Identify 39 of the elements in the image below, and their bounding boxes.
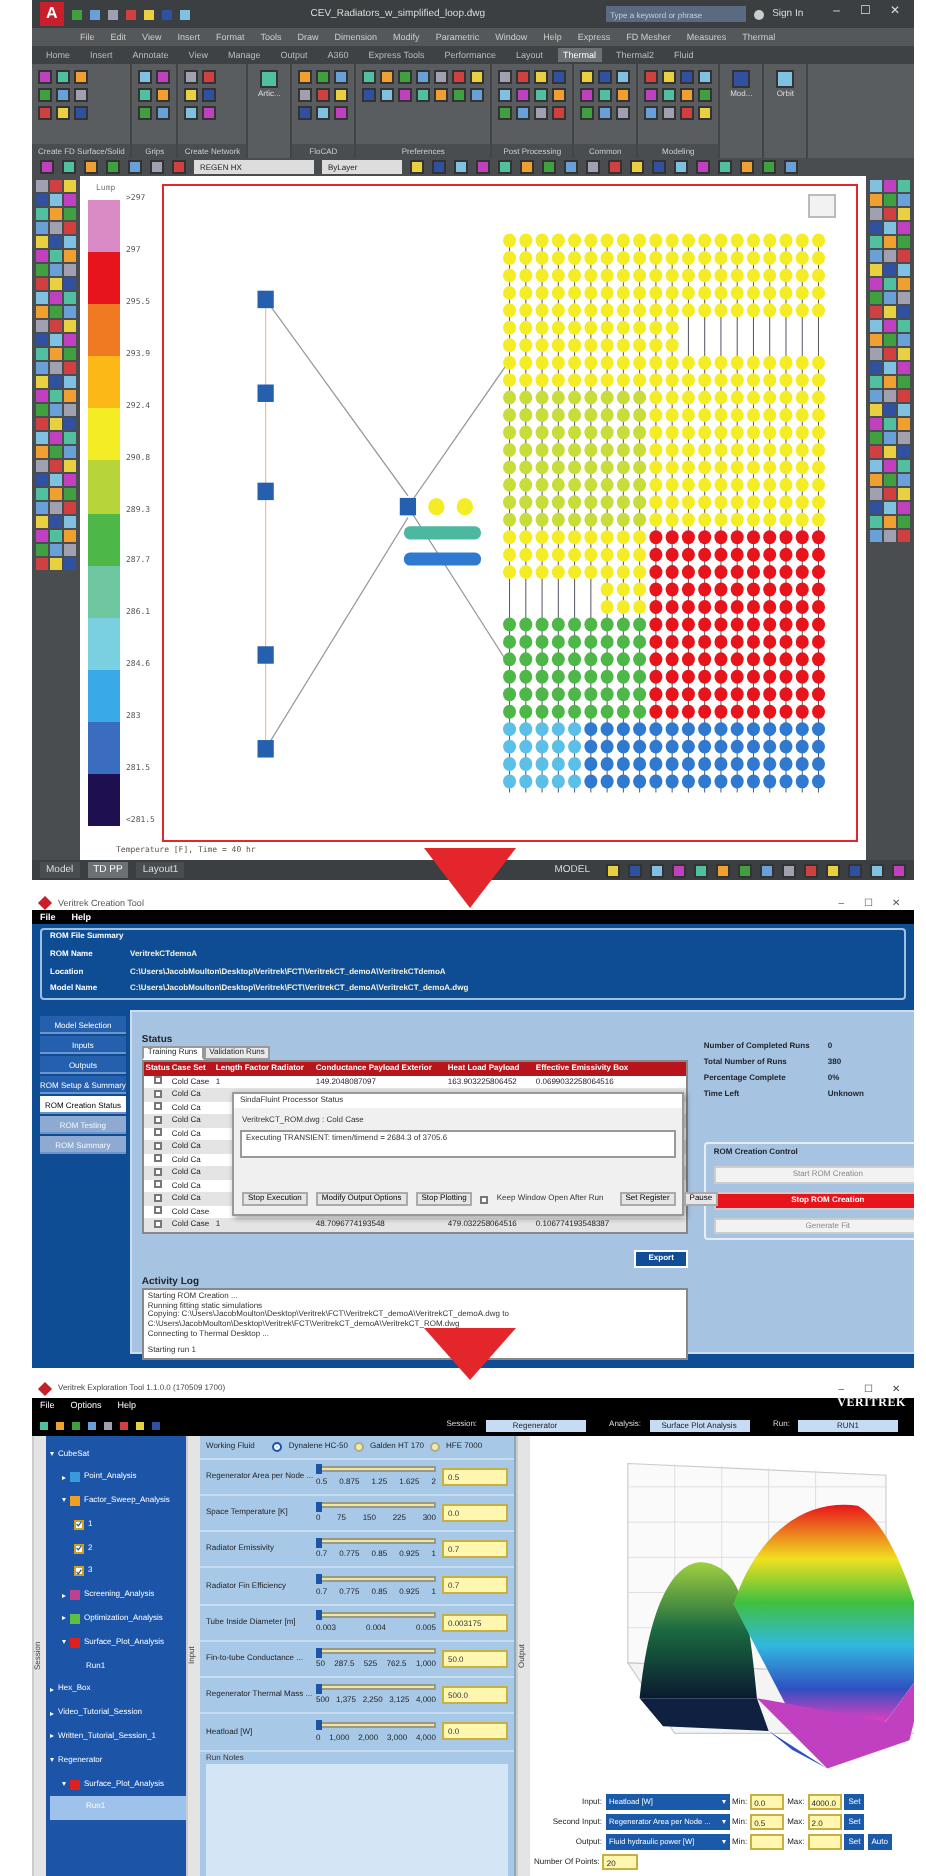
checkmark-icon (74, 1543, 84, 1554)
caret-icon (721, 1820, 725, 1824)
radio-button[interactable] (430, 1441, 441, 1452)
app-logo (37, 896, 53, 911)
slider-thumb[interactable] (316, 1501, 322, 1512)
slider-thumb[interactable] (316, 1574, 322, 1585)
row-checkbox[interactable] (153, 1076, 162, 1085)
checkbox[interactable] (480, 1195, 489, 1204)
caret-icon (721, 1840, 725, 1844)
tool-icon[interactable] (776, 70, 795, 88)
radio-button[interactable] (353, 1441, 364, 1452)
row-checkbox[interactable] (153, 1206, 162, 1215)
slider-thumb[interactable] (316, 1647, 322, 1658)
row-checkbox[interactable] (153, 1167, 162, 1176)
row-checkbox[interactable] (153, 1141, 162, 1150)
row-checkbox[interactable] (153, 1180, 162, 1189)
slider-thumb[interactable] (316, 1610, 322, 1621)
radio-button[interactable] (272, 1441, 283, 1452)
app-logo (37, 1381, 53, 1397)
user-icon (754, 9, 765, 19)
slider-thumb[interactable] (316, 1464, 322, 1475)
row-checkbox[interactable] (153, 1089, 162, 1098)
row-checkbox[interactable] (153, 1219, 162, 1228)
app-logo: A (40, 2, 64, 26)
slider-thumb[interactable] (316, 1537, 322, 1548)
notes-field[interactable] (206, 1764, 508, 1876)
row-checkbox[interactable] (153, 1154, 162, 1163)
slider-thumb[interactable] (316, 1683, 322, 1694)
max-field[interactable] (807, 1834, 842, 1850)
checkmark-icon (74, 1519, 84, 1530)
row-checkbox[interactable] (153, 1102, 162, 1111)
row-checkbox[interactable] (153, 1115, 162, 1124)
row-checkbox[interactable] (153, 1193, 162, 1202)
viewcube-icon[interactable] (808, 194, 836, 218)
row-checkbox[interactable] (153, 1128, 162, 1137)
min-field[interactable] (750, 1834, 785, 1850)
checkmark-icon (74, 1566, 84, 1577)
slider-thumb[interactable] (316, 1720, 322, 1731)
caret-icon (721, 1800, 725, 1804)
